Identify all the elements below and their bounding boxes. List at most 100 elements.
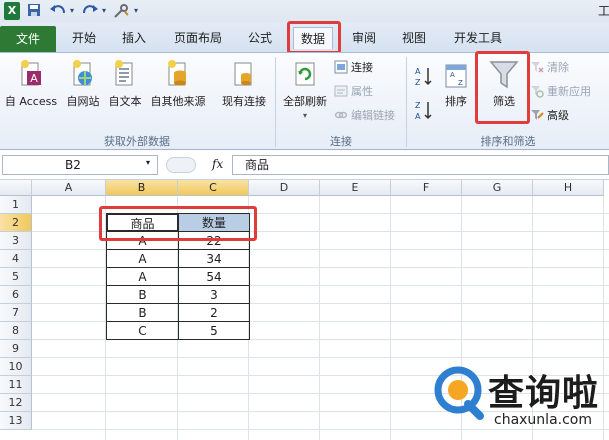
from-text-label: 自文本: [108, 95, 142, 108]
column-header[interactable]: F: [391, 180, 462, 196]
tab-developer[interactable]: 开发工具: [448, 27, 508, 49]
from-access-button[interactable]: A 自 Access: [2, 57, 60, 131]
from-web-label: 自网站: [66, 95, 100, 108]
row-header[interactable]: 5: [0, 268, 32, 286]
row-header[interactable]: 1: [0, 196, 32, 214]
svg-text:A: A: [30, 72, 38, 85]
text-file-icon: [113, 59, 137, 89]
sort-ascending-icon: AZ: [415, 67, 432, 87]
refresh-dropdown-icon: ▾: [302, 111, 307, 120]
svg-text:Z: Z: [458, 79, 463, 87]
edit-links-button[interactable]: 编辑链接: [334, 107, 395, 125]
tab-view[interactable]: 视图: [396, 27, 432, 49]
save-icon[interactable]: [26, 3, 42, 19]
access-db-icon: A: [19, 59, 43, 89]
row-header[interactable]: 11: [0, 376, 32, 394]
row-header[interactable]: 3: [0, 232, 32, 250]
tab-page-layout[interactable]: 页面布局: [168, 27, 228, 49]
select-all-corner[interactable]: [0, 180, 32, 196]
reapply-button[interactable]: 重新应用: [530, 83, 591, 101]
formula-bar-splitter[interactable]: [166, 157, 196, 173]
redo-icon[interactable]: [80, 3, 100, 19]
refresh-all-button[interactable]: 全部刷新 ▾: [278, 57, 332, 131]
sort-button[interactable]: AZ 排序: [438, 57, 474, 131]
row-header[interactable]: 10: [0, 358, 32, 376]
clear-filter-icon: [530, 60, 544, 74]
tab-formulas[interactable]: 公式: [242, 27, 278, 49]
customize-qat-icon[interactable]: ▾: [132, 3, 140, 19]
column-header[interactable]: B: [106, 180, 178, 196]
existing-connections-button[interactable]: 现有连接: [216, 57, 272, 131]
undo-icon[interactable]: [48, 3, 68, 19]
clear-filter-button[interactable]: 清除: [530, 59, 569, 77]
row-header[interactable]: 8: [0, 322, 32, 340]
table-cell[interactable]: 2: [178, 303, 250, 322]
existing-connections-icon: [232, 59, 256, 89]
insert-function-icon[interactable]: fx: [212, 157, 223, 171]
excel-app-icon[interactable]: X: [4, 2, 20, 20]
tab-file[interactable]: 文件: [0, 26, 56, 52]
name-box-dropdown-icon[interactable]: ▾: [146, 158, 150, 167]
other-sources-icon: [166, 59, 190, 89]
properties-icon: [334, 84, 348, 98]
table-cell[interactable]: A: [106, 249, 179, 268]
from-text-button[interactable]: 自文本: [104, 57, 146, 131]
from-other-sources-button[interactable]: 自其他来源: [146, 57, 210, 131]
undo-dropdown-icon[interactable]: ▾: [68, 3, 76, 19]
column-header[interactable]: H: [533, 180, 604, 196]
reapply-icon: [530, 84, 544, 98]
table-cell[interactable]: B: [106, 303, 179, 322]
sort-descending-button[interactable]: ZA: [414, 99, 436, 123]
table-cell[interactable]: 3: [178, 285, 250, 304]
sort-ascending-button[interactable]: AZ: [414, 65, 436, 89]
row-header[interactable]: 4: [0, 250, 32, 268]
column-gridline: [319, 196, 320, 440]
tools-icon[interactable]: [112, 3, 130, 19]
connections-button[interactable]: 连接: [334, 59, 373, 77]
properties-button[interactable]: 属性: [334, 83, 373, 101]
tab-review[interactable]: 审阅: [346, 27, 382, 49]
tab-home[interactable]: 开始: [66, 27, 102, 49]
table-cell[interactable]: 5: [178, 321, 250, 340]
advanced-filter-button[interactable]: 高级: [530, 107, 569, 125]
redo-dropdown-icon[interactable]: ▾: [100, 3, 108, 19]
edit-links-label: 编辑链接: [351, 109, 395, 122]
group-label-external-data: 获取外部数据: [104, 135, 170, 148]
row-header[interactable]: 9: [0, 340, 32, 358]
row-header[interactable]: 7: [0, 304, 32, 322]
quick-access-toolbar: X ▾ ▾ ▾ 工: [0, 0, 609, 22]
table-cell[interactable]: C: [106, 321, 179, 340]
column-header[interactable]: E: [320, 180, 391, 196]
table-cell[interactable]: 54: [178, 267, 250, 286]
svg-text:A: A: [415, 112, 421, 121]
svg-text:A: A: [450, 71, 455, 79]
from-web-button[interactable]: 自网站: [62, 57, 104, 131]
svg-text:Z: Z: [415, 101, 421, 110]
svg-text:Z: Z: [415, 78, 421, 87]
refresh-all-icon: [293, 59, 317, 89]
column-header[interactable]: C: [178, 180, 249, 196]
row-header[interactable]: 6: [0, 286, 32, 304]
existing-connections-label: 现有连接: [222, 95, 266, 108]
connections-icon: [334, 60, 348, 74]
row-header[interactable]: 12: [0, 394, 32, 412]
name-box[interactable]: B2: [2, 155, 158, 175]
reapply-label: 重新应用: [547, 85, 591, 98]
web-globe-icon: [71, 59, 95, 89]
column-header[interactable]: A: [32, 180, 106, 196]
column-header[interactable]: D: [249, 180, 320, 196]
row-gridline: [32, 357, 609, 358]
table-cell[interactable]: A: [106, 267, 179, 286]
sort-icon: AZ: [444, 59, 468, 89]
ribbon-separator: [275, 57, 276, 147]
data-tab-highlight: [287, 21, 341, 54]
properties-label: 属性: [351, 85, 373, 98]
row-header[interactable]: 2: [0, 214, 32, 232]
window-title: 工: [598, 4, 609, 18]
formula-input[interactable]: 商品: [232, 155, 609, 175]
table-cell[interactable]: B: [106, 285, 179, 304]
row-header[interactable]: 13: [0, 412, 32, 430]
tab-insert[interactable]: 插入: [116, 27, 152, 49]
column-header[interactable]: G: [462, 180, 533, 196]
table-cell[interactable]: 34: [178, 249, 250, 268]
